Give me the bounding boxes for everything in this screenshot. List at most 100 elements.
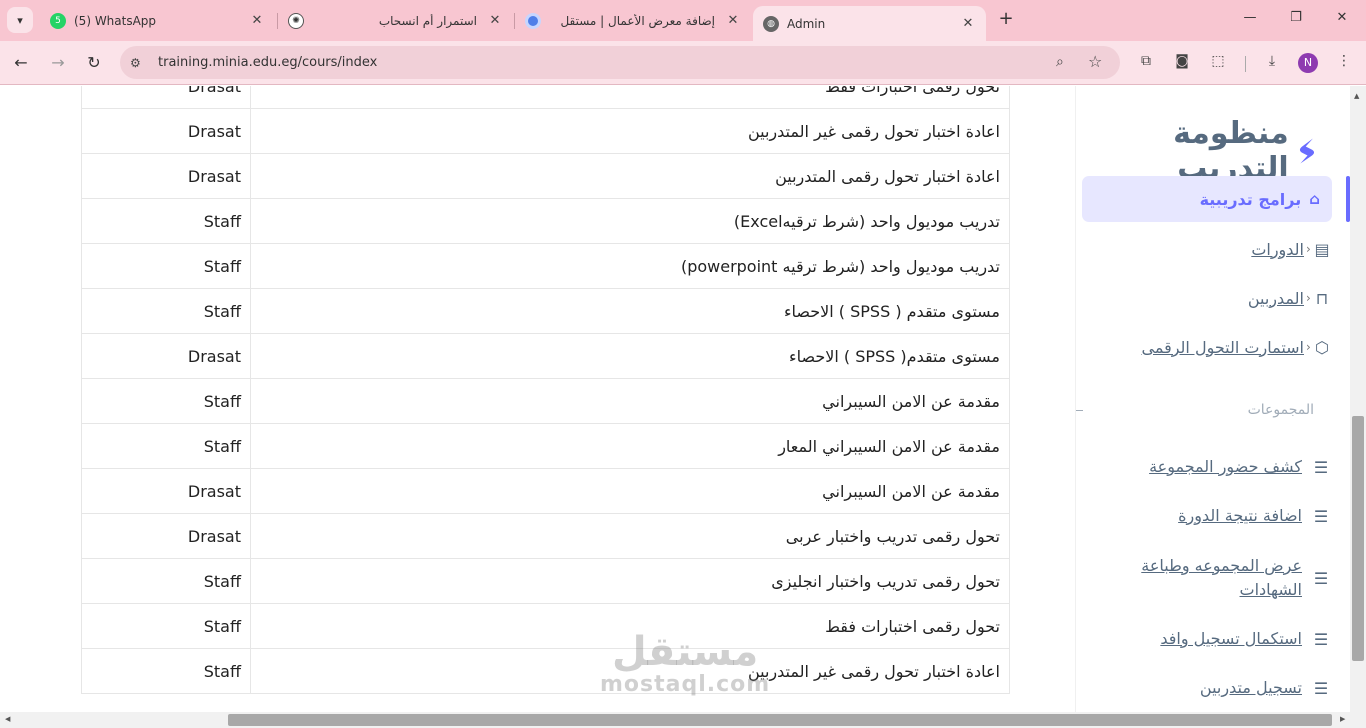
- scroll-up-icon[interactable]: ▲: [1354, 92, 1359, 100]
- toolbar-divider: [1245, 56, 1246, 72]
- course-name-cell: تحول رقمى اختبارات فقط: [250, 86, 1010, 109]
- whatsapp-icon: 5: [50, 12, 66, 29]
- course-name-cell: اعادة اختبار تحول رقمى المتدربين: [250, 153, 1010, 199]
- course-name-cell: تحول رقمى اختبارات فقط: [250, 603, 1010, 649]
- close-icon[interactable]: ✕: [487, 13, 503, 28]
- course-name-cell: مستوى متقدم( SPSS ) الاحصاء: [250, 333, 1010, 379]
- course-name-cell: مقدمة عن الامن السيبراني: [250, 378, 1010, 424]
- table-row: Staff مقدمة عن الامن السيبراني المعار: [81, 423, 1010, 469]
- site-info-icon[interactable]: ⚙: [130, 56, 150, 70]
- table-row: Staff تدريب موديول واحد (شرط ترقيه powerp…: [81, 243, 1010, 289]
- course-type-cell: Staff: [81, 378, 251, 424]
- menu-label: برامج تدريبية: [1199, 189, 1302, 209]
- profile-avatar[interactable]: N: [1298, 53, 1318, 73]
- menu-item-trainers[interactable]: › المدربين ⊓: [1096, 283, 1332, 313]
- lock-open-icon: ⊓: [1315, 288, 1329, 308]
- sub-item-label: عرض المجموعه وطباعة الشهادات: [1141, 556, 1302, 599]
- course-name-cell: تدريب موديول واحد (شرط ترقيهExcel): [250, 198, 1010, 244]
- sub-item-complete-registration[interactable]: استكمال تسجيل وافد ☰: [1096, 624, 1332, 654]
- scroll-right-icon[interactable]: ▶: [1340, 715, 1345, 723]
- download-icon[interactable]: ⤓: [1262, 53, 1282, 73]
- sub-item-certificates[interactable]: عرض المجموعه وطباعة الشهادات ☰: [1096, 552, 1332, 604]
- tab-whatsapp[interactable]: 5 (5) WhatsApp ✕: [40, 6, 275, 35]
- reload-button[interactable]: ↻: [83, 52, 105, 74]
- chevron-right-icon: ›: [1306, 291, 1311, 305]
- table-row: Drasat مقدمة عن الامن السيبراني: [81, 468, 1010, 514]
- menu-label: استمارت التحول الرقمى: [1141, 337, 1304, 357]
- course-type-cell: Staff: [81, 288, 251, 334]
- browser-toolbar: ← → ↻ ⚙ training.minia.edu.eg/cours/inde…: [0, 41, 1366, 85]
- tab-strip: ▾ 5 (5) WhatsApp ✕ ✺ استمرار أم انسحاب ✕…: [0, 0, 1366, 41]
- menu-item-training-programs[interactable]: برامج تدريبية ⌂: [1082, 176, 1332, 222]
- course-type-cell: Drasat: [81, 468, 251, 514]
- table-row: Drasat تحول رقمى تدريب واختبار عربى: [81, 513, 1010, 559]
- chatgpt-icon: ✺: [288, 12, 304, 29]
- course-name-cell: مستوى متقدم ( SPSS ) الاحصاء: [250, 288, 1010, 334]
- close-window-button[interactable]: ✕: [1332, 10, 1352, 30]
- url-text[interactable]: training.minia.edu.eg/cours/index: [158, 55, 377, 70]
- new-tab-button[interactable]: +: [996, 10, 1016, 30]
- restore-button[interactable]: ❐: [1286, 10, 1306, 30]
- sub-item-register-trainees[interactable]: تسجيل متدربين ☰: [1096, 673, 1332, 703]
- layers-icon: ☰: [1313, 678, 1329, 698]
- course-type-cell: Drasat: [81, 86, 251, 109]
- tab-title: (5) WhatsApp: [74, 13, 157, 28]
- menu-item-digital-forms[interactable]: › استمارت التحول الرقمى ⬡: [1096, 332, 1332, 362]
- sub-item-label: استكمال تسجيل وافد: [1160, 629, 1302, 648]
- extensions-icon[interactable]: ⬚: [1208, 53, 1228, 73]
- layers-icon: ☰: [1313, 629, 1329, 649]
- close-icon[interactable]: ✕: [960, 16, 976, 31]
- course-name-cell: اعادة اختبار تحول رقمى غير المتدربين: [250, 108, 1010, 154]
- layers-icon: ☰: [1313, 457, 1329, 477]
- tab-mostaql[interactable]: إضافة معرض الأعمال | مستقل ✕: [515, 6, 751, 35]
- menu-item-courses[interactable]: › الدورات ▤: [1096, 234, 1332, 264]
- zoom-icon[interactable]: ⌕: [1056, 54, 1064, 70]
- sub-item-attendance[interactable]: كشف حضور المجموعة ☰: [1096, 452, 1332, 482]
- tab-admin[interactable]: ◍ Admin ✕: [753, 6, 986, 41]
- table-row: Drasat مستوى متقدم( SPSS ) الاحصاء: [81, 333, 1010, 379]
- chevron-right-icon: ›: [1306, 242, 1311, 256]
- kebab-menu-icon[interactable]: ⋮: [1334, 53, 1354, 73]
- sub-item-add-result[interactable]: اضافة نتيجة الدورة ☰: [1096, 501, 1332, 531]
- address-bar[interactable]: ⚙ training.minia.edu.eg/cours/index ⌕ ☆: [120, 46, 1120, 79]
- menu-label: الدورات: [1251, 239, 1304, 259]
- course-type-cell: Staff: [81, 603, 251, 649]
- course-type-cell: Staff: [81, 243, 251, 289]
- scroll-left-icon[interactable]: ◀: [5, 715, 10, 723]
- minimize-button[interactable]: —: [1240, 10, 1260, 30]
- close-icon[interactable]: ✕: [725, 13, 741, 28]
- arrow-left-icon: ←: [14, 53, 28, 72]
- tab-title: Admin: [787, 16, 826, 31]
- table-row: Staff اعادة اختبار تحول رقمى غير المتدربي…: [81, 648, 1010, 694]
- forward-button[interactable]: →: [47, 52, 69, 74]
- camera-icon[interactable]: ◙: [1172, 53, 1192, 73]
- course-name-cell: مقدمة عن الامن السيبراني المعار: [250, 423, 1010, 469]
- tab-chatgpt[interactable]: ✺ استمرار أم انسحاب ✕: [278, 6, 513, 35]
- vertical-scrollbar[interactable]: ▲: [1350, 86, 1366, 712]
- star-icon[interactable]: ☆: [1088, 52, 1102, 71]
- sub-item-label: كشف حضور المجموعة: [1149, 457, 1302, 476]
- horizontal-scroll-thumb[interactable]: [228, 714, 1332, 726]
- cube-icon: ⬡: [1315, 337, 1329, 357]
- tab-title: إضافة معرض الأعمال | مستقل: [560, 13, 715, 28]
- sub-item-label: اضافة نتيجة الدورة: [1178, 506, 1302, 525]
- table-row: Staff مقدمة عن الامن السيبراني: [81, 378, 1010, 424]
- course-type-cell: Staff: [81, 423, 251, 469]
- globe-icon: ◍: [763, 15, 779, 32]
- course-type-cell: Drasat: [81, 153, 251, 199]
- close-icon[interactable]: ✕: [249, 13, 265, 28]
- reload-icon: ↻: [87, 53, 101, 72]
- back-button[interactable]: ←: [10, 52, 32, 74]
- course-type-cell: Staff: [81, 648, 251, 694]
- cast-icon[interactable]: ⧉: [1136, 53, 1156, 73]
- course-name-cell: تحول رقمى تدريب واختبار عربى: [250, 513, 1010, 559]
- course-type-cell: Drasat: [81, 108, 251, 154]
- layers-icon: ☰: [1313, 568, 1329, 588]
- horizontal-scrollbar[interactable]: ◀ ▶: [0, 712, 1366, 728]
- section-header-groups: المجموعات: [1247, 402, 1314, 418]
- chevron-right-icon: ›: [1306, 340, 1311, 354]
- course-name-cell: مقدمة عن الامن السيبراني: [250, 468, 1010, 514]
- tab-search-button[interactable]: ▾: [7, 7, 33, 33]
- layout-icon: ▤: [1314, 239, 1330, 259]
- vertical-scroll-thumb[interactable]: [1352, 416, 1364, 661]
